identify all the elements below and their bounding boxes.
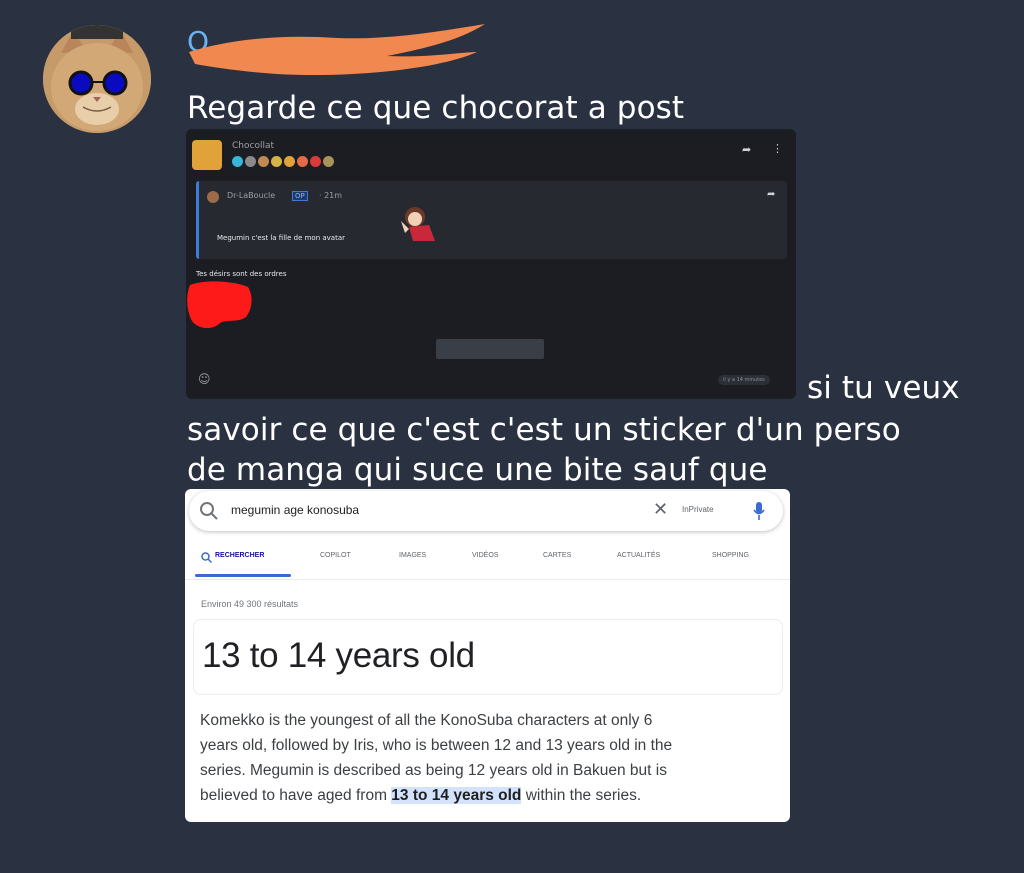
- tab-images: IMAGES: [399, 552, 427, 559]
- tab-rechercher: RECHERCHER: [215, 552, 265, 559]
- quoted-time: · 21m: [319, 191, 343, 200]
- reaction-icon: ☺: [198, 372, 211, 386]
- username[interactable]: O: [187, 22, 497, 82]
- snippet-text: within the series.: [521, 787, 642, 804]
- quoted-author-avatar: [207, 191, 219, 203]
- search-icon: [201, 552, 212, 563]
- avatar[interactable]: [43, 25, 151, 133]
- microphone-icon: [753, 502, 765, 520]
- active-tab-indicator: [195, 574, 291, 577]
- message-line-1: Regarde ce que chocorat a post: [187, 90, 685, 126]
- answer-card: 13 to 14 years old: [193, 619, 783, 695]
- placeholder-bar: [436, 339, 544, 359]
- snippet-line: believed to have aged from 13 to 14 year…: [200, 783, 775, 808]
- reply-text: Tes désirs sont des ordres: [196, 270, 287, 278]
- post-author-avatar: [192, 140, 222, 170]
- embedded-search-screenshot[interactable]: megumin age konosuba ✕ InPrivate RECHERC…: [185, 489, 790, 822]
- tab-cartes: CARTES: [543, 552, 572, 559]
- redaction-blob: [187, 281, 252, 329]
- search-tabs: RECHERCHER COPILOT IMAGES VIDÉOS CARTES …: [185, 549, 790, 579]
- search-query: megumin age konosuba: [231, 503, 360, 517]
- sticker-image: [401, 207, 435, 241]
- divider: [185, 579, 790, 580]
- quoted-post: Dr-LaBoucle OP · 21m ➦ Megumin c'est la …: [196, 181, 787, 259]
- embedded-post-screenshot[interactable]: Chocollat ➦ ⋮ Dr-LaBoucle OP · 21m ➦ Meg…: [186, 129, 796, 399]
- redaction-scribble: [189, 24, 485, 76]
- answer-text: 13 to 14 years old: [202, 636, 475, 675]
- search-icon: [200, 502, 218, 520]
- snippet-line: series. Megumin is described as being 12…: [200, 762, 667, 779]
- inprivate-label: InPrivate: [682, 505, 714, 514]
- message-line-4: de manga qui suce une bite sauf que: [187, 452, 768, 488]
- post-author-name: Chocollat: [232, 141, 274, 151]
- cat-avatar-image: [43, 25, 151, 133]
- quoted-text: Megumin c'est la fille de mon avatar: [217, 234, 346, 242]
- snippet-line: Komekko is the youngest of all the KonoS…: [200, 712, 653, 729]
- snippet-line: years old, followed by Iris, who is betw…: [200, 737, 673, 754]
- message-line-2: si tu veux: [807, 370, 960, 406]
- post-timestamp: il y a 14 minutes: [718, 375, 770, 385]
- result-snippet: Komekko is the youngest of all the KonoS…: [200, 708, 775, 808]
- op-badge: OP: [292, 191, 308, 201]
- tab-shopping: SHOPPING: [712, 552, 749, 559]
- tab-copilot: COPILOT: [320, 552, 351, 559]
- author-badges: [232, 156, 334, 167]
- quoted-author: Dr-LaBoucle: [227, 191, 276, 200]
- tab-videos: VIDÉOS: [472, 552, 499, 559]
- snippet-text: believed to have aged from: [200, 787, 392, 804]
- message-line-3: savoir ce que c'est c'est un sticker d'u…: [187, 412, 901, 448]
- results-count: Environ 49 300 résultats: [201, 599, 299, 609]
- close-icon: ✕: [653, 499, 669, 519]
- more-icon: ⋮: [772, 142, 783, 155]
- share-icon: ➦: [767, 189, 776, 200]
- search-box: megumin age konosuba ✕ InPrivate: [189, 491, 783, 531]
- tab-actualites: ACTUALITÉS: [617, 552, 661, 559]
- share-icon: ➦: [742, 143, 752, 156]
- snippet-highlight: 13 to 14 years old: [391, 787, 522, 804]
